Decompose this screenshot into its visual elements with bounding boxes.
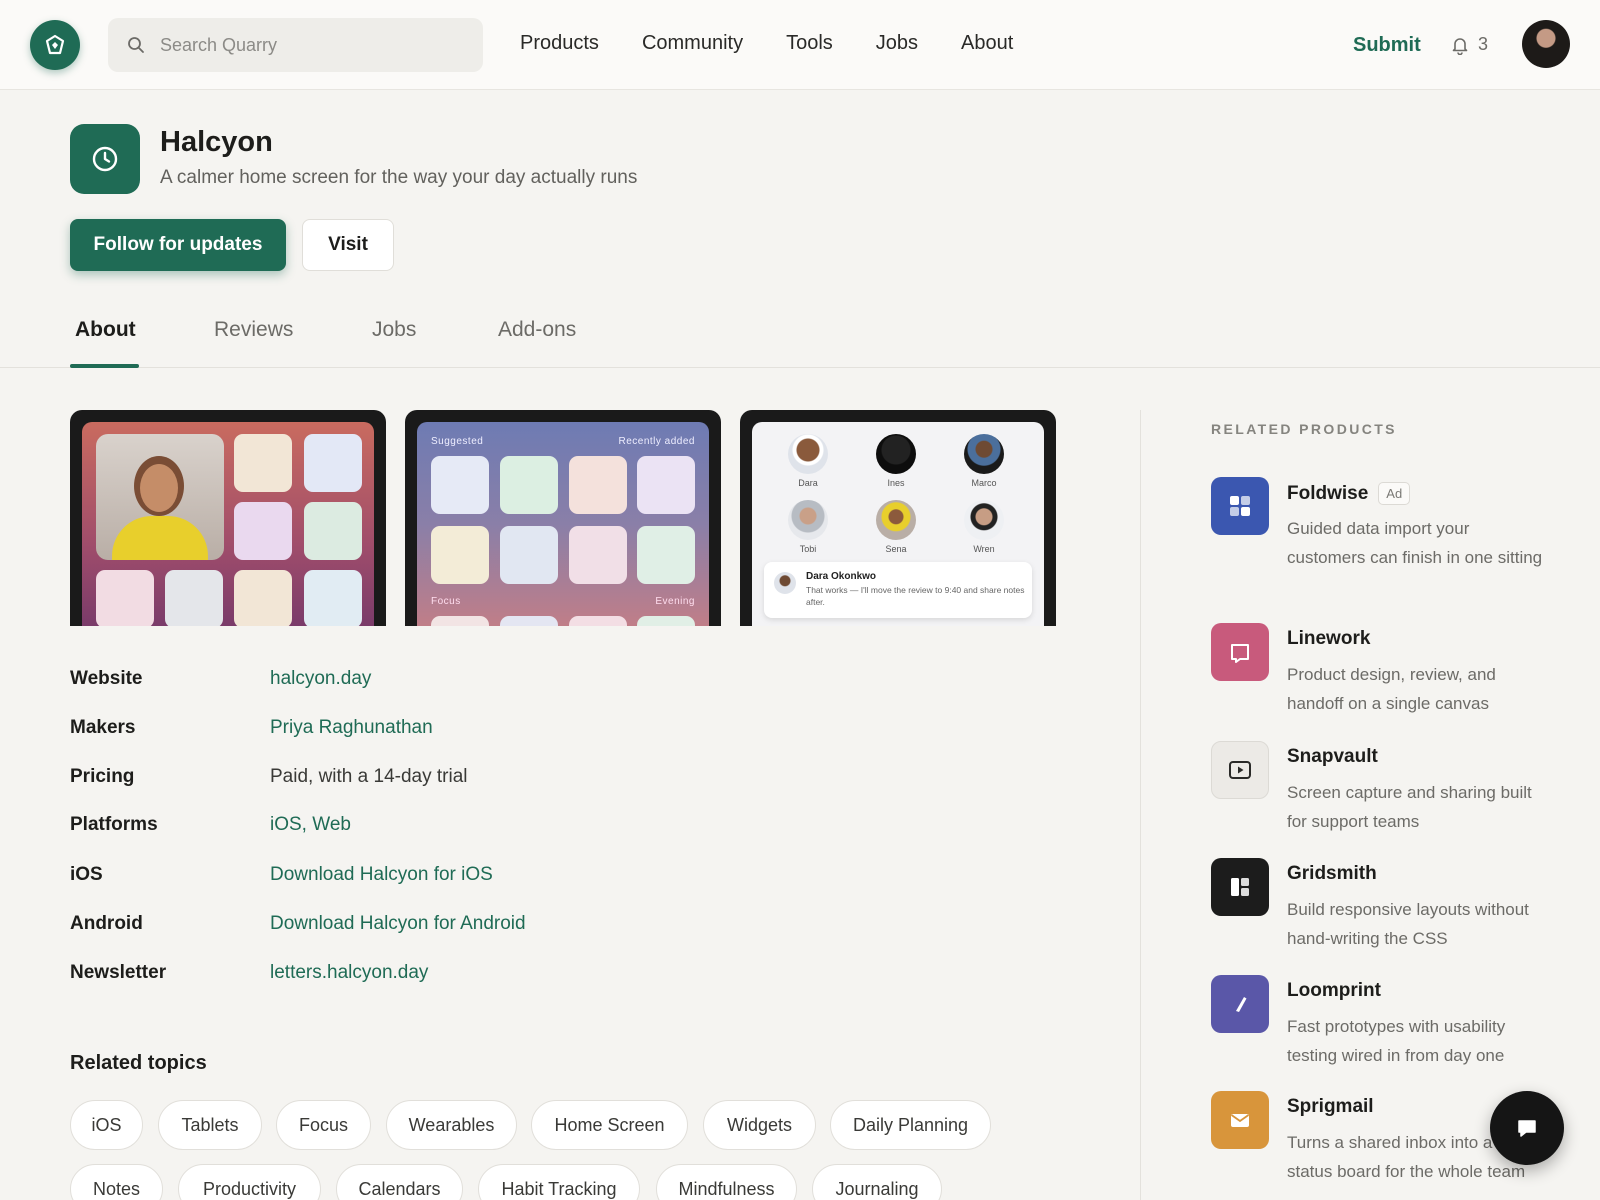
submit-link[interactable]: Submit xyxy=(1353,34,1421,57)
screenshot-2[interactable]: Suggested Recently added Focus Evening xyxy=(405,410,721,626)
quarry-logo[interactable] xyxy=(30,20,80,70)
clock-icon xyxy=(92,146,118,172)
nav-tools[interactable]: Tools xyxy=(786,32,833,55)
mail-icon xyxy=(1211,1091,1269,1149)
search-input[interactable] xyxy=(160,34,460,56)
tab-reviews[interactable]: Reviews xyxy=(214,318,293,342)
product-tagline: A calmer home screen for the way your da… xyxy=(160,167,638,188)
topic-chip[interactable]: Focus xyxy=(276,1100,371,1150)
search-icon xyxy=(126,35,146,55)
bell-icon xyxy=(1452,37,1468,55)
visit-button[interactable]: Visit xyxy=(302,219,394,271)
nav-community[interactable]: Community xyxy=(642,32,743,55)
product-name: Halcyon xyxy=(160,126,273,158)
topic-chip[interactable]: Productivity xyxy=(178,1164,321,1200)
website-link[interactable]: halcyon.day xyxy=(270,668,371,690)
product-icon xyxy=(70,124,140,194)
notification-count: 3 xyxy=(1478,34,1489,54)
notifications-button[interactable]: 3 xyxy=(1450,34,1488,55)
section-label: Recently added xyxy=(618,436,695,447)
nav-products[interactable]: Products xyxy=(520,32,599,55)
product-tabs: About Reviews Jobs Add-ons xyxy=(0,300,1600,368)
topic-chip[interactable]: Mindfulness xyxy=(656,1164,797,1200)
chat-button[interactable] xyxy=(1490,1091,1564,1165)
topic-chip[interactable]: Tablets xyxy=(158,1100,262,1150)
topic-chip[interactable]: Daily Planning xyxy=(830,1100,991,1150)
android-download-link[interactable]: Download Halcyon for Android xyxy=(270,913,526,935)
screenshot-3[interactable]: Dara Ines Marco Tobi Sena Wren Dara Okon… xyxy=(740,410,1056,626)
tab-about[interactable]: About xyxy=(75,318,136,342)
topic-chip[interactable]: Habit Tracking xyxy=(478,1164,640,1200)
grid-icon xyxy=(1211,477,1269,535)
ad-badge: Ad xyxy=(1378,482,1411,505)
section-label: Evening xyxy=(655,596,695,607)
gem-icon xyxy=(45,34,65,55)
related-topics-title: Related topics xyxy=(70,1052,207,1074)
nav-jobs[interactable]: Jobs xyxy=(876,32,918,55)
chat-icon xyxy=(1518,1120,1536,1137)
person: Wren xyxy=(962,500,1006,554)
pen-icon xyxy=(1211,975,1269,1033)
pricing-value: Paid, with a 14-day trial xyxy=(270,766,468,787)
topic-chip[interactable]: iOS xyxy=(70,1100,143,1150)
section-label: Suggested xyxy=(431,436,484,447)
topic-chip[interactable]: Wearables xyxy=(386,1100,517,1150)
layout-icon xyxy=(1211,858,1269,916)
user-avatar[interactable] xyxy=(1522,20,1570,68)
follow-button[interactable]: Follow for updates xyxy=(70,219,286,271)
search-box[interactable] xyxy=(108,18,483,72)
topic-chip[interactable]: Home Screen xyxy=(531,1100,688,1150)
active-tab-indicator xyxy=(70,364,139,368)
topic-chip[interactable]: Notes xyxy=(70,1164,163,1200)
play-icon xyxy=(1211,741,1269,799)
person: Dara xyxy=(786,434,830,488)
sidebar-divider xyxy=(1140,410,1141,1200)
topic-chip[interactable]: Calendars xyxy=(336,1164,463,1200)
topic-chip[interactable]: Widgets xyxy=(703,1100,816,1150)
tab-jobs[interactable]: Jobs xyxy=(372,318,416,342)
person: Marco xyxy=(962,434,1006,488)
message-card: Dara Okonkwo That works — I'll move the … xyxy=(764,562,1032,618)
nav-about[interactable]: About xyxy=(961,32,1013,55)
newsletter-link[interactable]: letters.halcyon.day xyxy=(270,962,428,984)
person: Sena xyxy=(874,500,918,554)
related-products-title: RELATED PRODUCTS xyxy=(1211,421,1397,437)
maker-link[interactable]: Priya Raghunathan xyxy=(270,717,433,739)
screenshot-1[interactable] xyxy=(70,410,386,626)
book-icon xyxy=(1211,623,1269,681)
ios-download-link[interactable]: Download Halcyon for iOS xyxy=(270,864,493,886)
topic-chip[interactable]: Journaling xyxy=(812,1164,942,1200)
main-nav: Products Community Tools Jobs About xyxy=(520,32,1056,55)
section-label: Focus xyxy=(431,596,461,607)
portrait-photo xyxy=(96,434,224,560)
platforms-link[interactable]: iOS, Web xyxy=(270,814,351,836)
top-bar: Products Community Tools Jobs About Subm… xyxy=(0,0,1600,90)
tab-add-ons[interactable]: Add-ons xyxy=(498,318,576,342)
person: Ines xyxy=(874,434,918,488)
person: Tobi xyxy=(786,500,830,554)
